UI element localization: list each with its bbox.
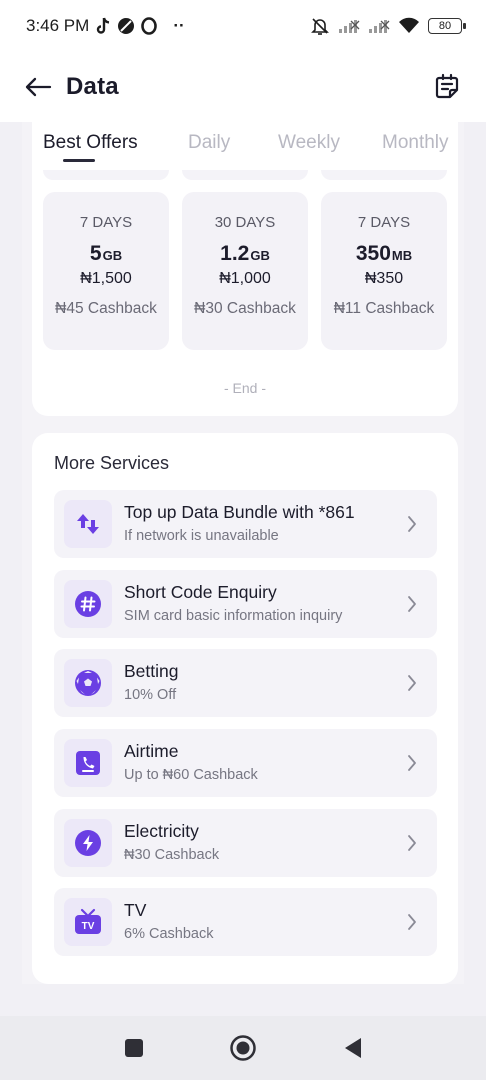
home-button[interactable] bbox=[229, 1034, 257, 1062]
chevron-right-icon bbox=[407, 514, 419, 534]
offer-tabs: Best Offers Daily Weekly Monthly bbox=[32, 122, 458, 166]
plan-size-unit: GB bbox=[250, 248, 270, 263]
service-item-electricity[interactable]: Electricity ₦30 Cashback bbox=[54, 809, 437, 877]
tv-icon: TV bbox=[75, 908, 101, 934]
service-title: Airtime bbox=[124, 741, 179, 761]
plan-size: 1.2GB bbox=[182, 242, 308, 266]
service-icon-bg bbox=[64, 659, 112, 707]
plan-card-stub bbox=[43, 170, 169, 180]
plan-duration: 7 DAYS bbox=[79, 214, 133, 231]
lightning-icon bbox=[75, 830, 101, 856]
service-icon-bg: TV bbox=[64, 898, 112, 946]
service-title: Short Code Enquiry bbox=[124, 582, 277, 602]
no-sign-icon bbox=[117, 17, 135, 35]
chevron-right-icon bbox=[407, 673, 419, 693]
tab-indicator bbox=[63, 159, 95, 162]
recents-square-icon bbox=[125, 1039, 143, 1057]
tab-weekly[interactable]: Weekly bbox=[278, 132, 340, 154]
back-triangle-icon bbox=[345, 1038, 361, 1058]
plan-card[interactable]: 30 DAYS 1.2GB ₦1,000 ₦30 Cashback bbox=[182, 192, 308, 350]
plan-size-value: 1.2 bbox=[220, 242, 250, 265]
tv-icon-text: TV bbox=[82, 921, 95, 932]
plan-size: 5GB bbox=[43, 242, 169, 266]
status-time: 3:46 PM bbox=[26, 16, 90, 35]
wifi-icon bbox=[398, 17, 420, 35]
service-title: Betting bbox=[124, 661, 179, 681]
back-button[interactable] bbox=[24, 72, 54, 102]
plan-card[interactable]: 7 DAYS 5GB ₦1,500 ₦45 Cashback bbox=[43, 192, 169, 350]
notes-icon bbox=[435, 73, 459, 99]
plan-cashback: ₦11 Cashback bbox=[333, 300, 435, 317]
service-item-data-topup[interactable]: Top up Data Bundle with *861 If network … bbox=[54, 490, 437, 558]
plan-size-unit: MB bbox=[391, 248, 413, 263]
plan-size-value: 5 bbox=[89, 242, 102, 265]
chevron-right-icon bbox=[407, 833, 419, 853]
plan-size-value: 350 bbox=[355, 242, 391, 265]
content-area[interactable]: Best Offers Daily Weekly Monthly 7 DAYS … bbox=[22, 122, 464, 984]
service-icon-bg bbox=[64, 739, 112, 787]
service-item-airtime[interactable]: Airtime Up to ₦60 Cashback bbox=[54, 729, 437, 797]
status-right: 80 bbox=[310, 16, 466, 36]
offers-card: Best Offers Daily Weekly Monthly 7 DAYS … bbox=[32, 122, 458, 416]
service-subtitle: ₦30 Cashback bbox=[124, 847, 220, 863]
silent-bell-icon bbox=[310, 16, 330, 36]
tiktok-icon bbox=[95, 17, 111, 35]
services-title: More Services bbox=[54, 453, 170, 473]
nav-back-button[interactable] bbox=[339, 1034, 367, 1062]
service-icon-bg bbox=[64, 500, 112, 548]
service-subtitle: 6% Cashback bbox=[124, 926, 214, 942]
transfer-arrows-icon bbox=[77, 514, 99, 534]
battery-icon: 80 bbox=[428, 18, 466, 34]
service-title: Electricity bbox=[124, 821, 199, 841]
plan-card-stub bbox=[321, 170, 447, 180]
plan-cashback: ₦30 Cashback bbox=[194, 300, 296, 317]
phone-icon bbox=[76, 751, 100, 775]
signal-icon bbox=[338, 18, 360, 34]
recents-button[interactable] bbox=[120, 1034, 148, 1062]
system-nav-bar bbox=[0, 1016, 486, 1080]
service-item-betting[interactable]: Betting 10% Off bbox=[54, 649, 437, 717]
status-bar: 3:46 PM ·· 80 bbox=[0, 0, 486, 52]
service-subtitle: 10% Off bbox=[124, 687, 177, 703]
plan-card-stub bbox=[182, 170, 308, 180]
tab-best-offers[interactable]: Best Offers bbox=[43, 132, 138, 154]
service-title: Top up Data Bundle with *861 bbox=[124, 502, 355, 522]
notes-button[interactable] bbox=[432, 72, 462, 102]
plan-price: ₦350 bbox=[364, 270, 404, 287]
plan-duration: 30 DAYS bbox=[214, 214, 276, 231]
tab-daily[interactable]: Daily bbox=[188, 132, 230, 154]
service-title: TV bbox=[124, 900, 147, 920]
home-circle-icon bbox=[230, 1035, 256, 1061]
plan-duration: 7 DAYS bbox=[357, 214, 411, 231]
end-label: - End - bbox=[223, 380, 266, 396]
service-item-short-code[interactable]: Short Code Enquiry SIM card basic inform… bbox=[54, 570, 437, 638]
service-icon-bg bbox=[64, 819, 112, 867]
chevron-right-icon bbox=[407, 753, 419, 773]
status-left: 3:46 PM ·· bbox=[26, 16, 185, 36]
status-extra: ·· bbox=[173, 16, 185, 35]
plan-size: 350MB bbox=[321, 242, 447, 266]
service-subtitle: If network is unavailable bbox=[124, 528, 279, 544]
plan-cashback: ₦45 Cashback bbox=[55, 300, 157, 317]
plan-price: ₦1,000 bbox=[219, 270, 271, 287]
more-services-card: More Services Top up Data Bundle with *8… bbox=[32, 433, 458, 984]
arrow-left-icon bbox=[25, 77, 52, 97]
plan-card[interactable]: 7 DAYS 350MB ₦350 ₦11 Cashback bbox=[321, 192, 447, 350]
hash-icon bbox=[75, 591, 101, 617]
app-header: Data bbox=[0, 52, 486, 122]
chevron-right-icon bbox=[407, 912, 419, 932]
service-subtitle: Up to ₦60 Cashback bbox=[124, 767, 258, 783]
service-icon-bg bbox=[64, 580, 112, 628]
signal-icon-2 bbox=[368, 18, 390, 34]
chevron-right-icon bbox=[407, 594, 419, 614]
soccer-ball-icon bbox=[75, 670, 101, 696]
plan-price: ₦1,500 bbox=[80, 270, 132, 287]
service-subtitle: SIM card basic information inquiry bbox=[124, 608, 343, 624]
plan-size-unit: GB bbox=[102, 248, 123, 263]
page-title: Data bbox=[66, 73, 119, 100]
tab-monthly[interactable]: Monthly bbox=[382, 132, 449, 154]
opera-icon bbox=[141, 17, 158, 35]
service-item-tv[interactable]: TV TV 6% Cashback bbox=[54, 888, 437, 956]
